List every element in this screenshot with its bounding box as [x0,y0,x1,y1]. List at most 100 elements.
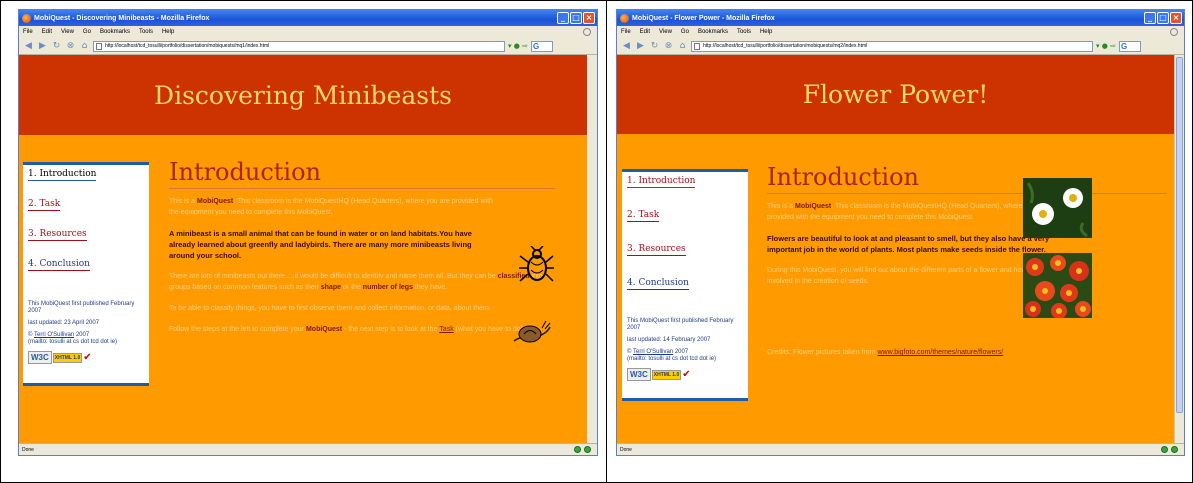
go-icon[interactable]: ▾ ● ⇨ [1096,42,1116,50]
status-text: Done [22,446,34,453]
nav-conclusion[interactable]: 4. Conclusion [28,259,90,271]
menu-view[interactable]: View [659,29,672,35]
stop-icon[interactable]: ⊗ [663,41,674,52]
mail-note: (mailto: tosulli at cs dot tcd dot ie) [627,356,717,362]
menu-help[interactable]: Help [760,29,772,35]
nav-introduction[interactable]: 1. Introduction [28,169,97,181]
menu-bar: File Edit View Go Bookmarks Tools Help [617,26,1184,38]
w3c-logo: W3C [627,368,651,381]
menu-bookmarks[interactable]: Bookmarks [100,29,130,35]
task-link[interactable]: Task [439,326,453,333]
credits-link[interactable]: www.bigfoto.com/themes/nature/flowers/ [877,349,1003,356]
published-note: This MobiQuest first published February … [627,318,734,331]
credits-paragraph: Credits: Flower pictures taken from www.… [767,349,1004,356]
throbber-icon [583,28,591,36]
copyright-note: © Terri O'Sullivan 2007 (mailto: tosulli … [627,349,717,362]
menu-go[interactable]: Go [83,29,91,35]
minimize-button[interactable]: _ [557,12,569,24]
red-flowers-photo [1023,253,1092,318]
go-icon[interactable]: ▾ ● ⇨ [508,42,528,50]
menu-view[interactable]: View [61,29,74,35]
home-icon[interactable]: ⌂ [79,41,90,52]
w3c-logo: W3C [28,351,52,364]
menu-tools[interactable]: Tools [139,29,153,35]
page-icon [694,42,700,50]
nav-meta: This MobiQuest first published February … [28,301,144,364]
copyright-note: © Terri O'Sullivan 2007 (mailto: tosulli … [28,332,118,345]
nav-introduction[interactable]: 1. Introduction [627,176,696,188]
back-icon[interactable]: ◀ [23,41,34,52]
menu-file[interactable]: File [23,29,33,35]
forward-icon[interactable]: ▶ [635,41,646,52]
author-link[interactable]: Terri O'Sullivan [633,349,673,355]
firefox-icon [620,13,629,23]
title-bar: MobiQuest - Flower Power - Mozilla Firef… [617,10,1184,26]
during-paragraph: During this MobiQuest, you will find out… [767,267,1054,285]
window-title: MobiQuest - Flower Power - Mozilla Firef… [632,14,775,22]
scrollbar-thumb[interactable] [1176,57,1183,413]
banner-title: Flower Power! [802,80,989,109]
status-ok-icon-2 [584,446,591,453]
nav-toolbar: ◀ ▶ ↻ ⊗ ⌂ http://localhost/tcd_tosulli/p… [617,38,1184,55]
side-nav: 1. Introduction 2. Task 3. Resources 4. … [23,162,149,386]
stop-icon[interactable]: ⊗ [65,41,76,52]
nav-conclusion[interactable]: 4. Conclusion [627,278,689,290]
window-title: MobiQuest - Discovering Minibeasts - Moz… [34,14,210,22]
minimize-button[interactable]: _ [1144,12,1156,24]
page-heading: Introduction [767,163,1167,194]
reload-icon[interactable]: ↻ [51,41,62,52]
status-ok-icon [574,446,581,453]
menu-bookmarks[interactable]: Bookmarks [698,29,728,35]
scrollbar[interactable] [1174,55,1184,443]
menu-bar: File Edit View Go Bookmarks Tools Help [19,26,597,38]
xhtml-badge: XHTML 1.0 [651,369,682,380]
maximize-button[interactable]: □ [570,12,582,24]
close-button[interactable]: × [583,12,595,24]
intro-paragraph: This is a MobiQuest. This classroom is t… [169,198,493,216]
search-box[interactable]: G [1118,40,1141,52]
page-banner: Flower Power! [617,55,1174,134]
reload-icon[interactable]: ↻ [649,41,660,52]
intro-paragraph: This is a MobiQuest. This classroom is t… [767,203,1048,221]
url-bar[interactable]: http://localhost/tcd_tosulli/portfolio/d… [93,40,505,52]
w3c-badge[interactable]: W3C XHTML 1.0 ✔ [28,351,144,364]
menu-file[interactable]: File [621,29,631,35]
check-icon: ✔ [83,352,92,363]
url-bar[interactable]: http://localhost/tcd_tosulli/portfolio/d… [691,40,1093,52]
status-ok-icon-2 [1171,446,1178,453]
search-box[interactable]: G [530,40,553,52]
next-step-paragraph: Follow the steps at the left to complete… [169,326,525,333]
nav-task[interactable]: 2. Task [28,199,61,211]
observe-paragraph: To be able to classify things, you have … [169,305,491,312]
menu-help[interactable]: Help [162,29,174,35]
updated-note: last updated: 23 April 2007 [28,320,100,326]
page-content: Flower Power! 1. Introduction 2. Task 3.… [617,55,1174,443]
forward-icon[interactable]: ▶ [37,41,48,52]
beetle-illustration [519,246,554,282]
updated-note: last updated: 14 February 2007 [627,337,711,343]
url-text: http://localhost/tcd_tosulli/portfolio/d… [703,43,868,49]
menu-edit[interactable]: Edit [640,29,650,35]
nav-meta: This MobiQuest first published February … [627,318,743,381]
nav-resources[interactable]: 3. Resources [627,244,686,256]
author-link[interactable]: Terri O'Sullivan [34,332,74,338]
status-text: Done [620,446,632,453]
url-text: http://localhost/tcd_tosulli/portfolio/d… [105,43,270,49]
banner-title: Discovering Minibeasts [154,80,452,110]
throbber-icon [1170,28,1178,36]
back-icon[interactable]: ◀ [621,41,632,52]
nav-task[interactable]: 2. Task [627,210,660,222]
nav-resources[interactable]: 3. Resources [28,229,87,241]
w3c-badge[interactable]: W3C XHTML 1.0 ✔ [627,368,743,381]
screenshot-right: MobiQuest - Flower Power - Mozilla Firef… [606,0,1193,483]
home-icon[interactable]: ⌂ [677,41,688,52]
menu-tools[interactable]: Tools [737,29,751,35]
classify-paragraph: There are lots of minibeasts out there..… [169,273,543,291]
close-button[interactable]: × [1170,12,1182,24]
check-icon: ✔ [682,369,691,380]
menu-edit[interactable]: Edit [42,29,52,35]
maximize-button[interactable]: □ [1157,12,1169,24]
mail-note: (mailto: tosulli at cs dot tcd dot ie) [28,339,118,345]
menu-go[interactable]: Go [681,29,689,35]
main-content: Introduction This is a MobiQuest. This c… [767,163,1167,368]
